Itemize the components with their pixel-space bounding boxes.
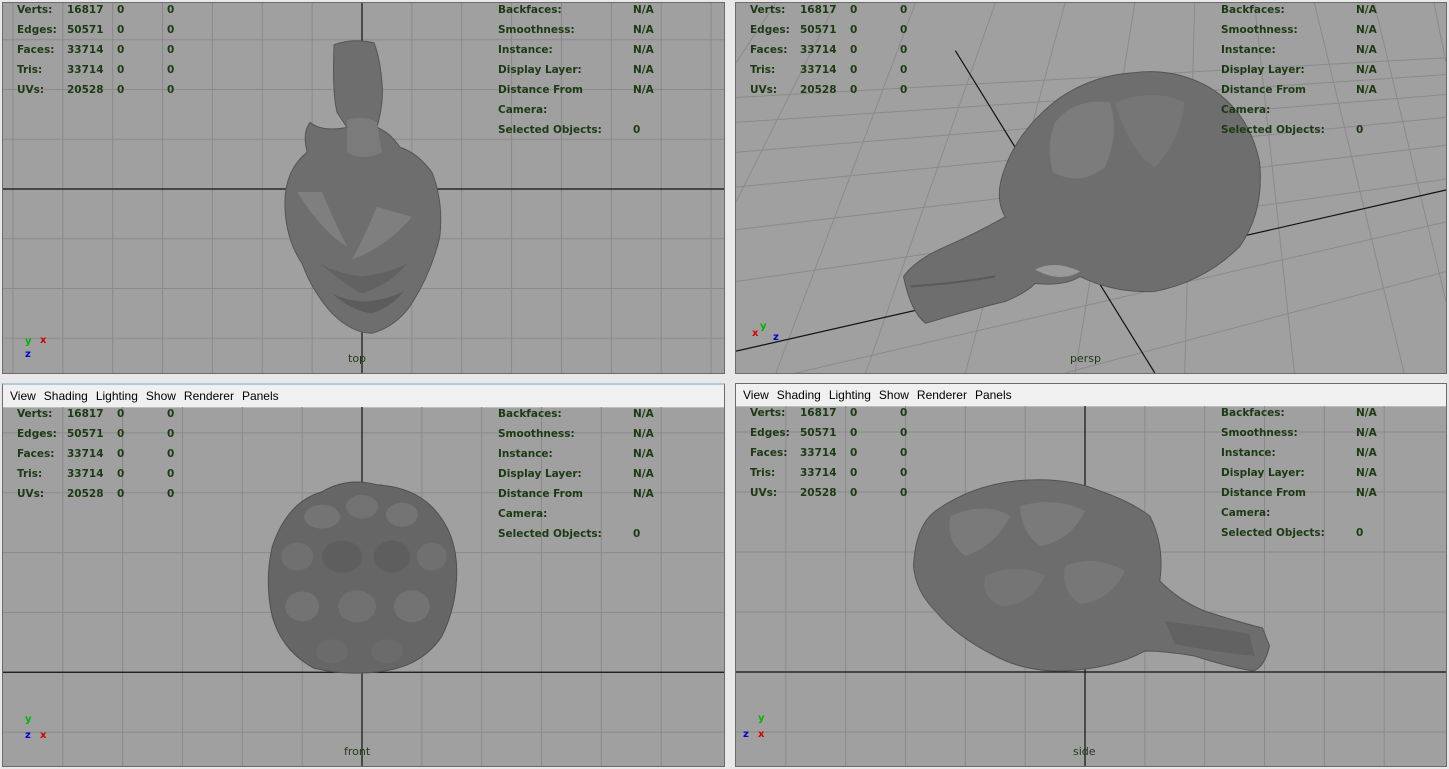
hud-poly-stats: Verts: 16817 0 0 Edges: 50571 0 0 Faces: 33714 0… (750, 4, 908, 96)
axis-x-label: x (752, 328, 759, 339)
axis-x-label: x (40, 335, 47, 346)
viewport-side-canvas[interactable]: Verts: 16817 0 0 Edges: 50571 0 0 Faces: 33714 0… (736, 406, 1446, 766)
axis-z-label: z (25, 349, 31, 360)
menu-view[interactable]: View (6, 389, 40, 403)
hud-object-info: Backfaces: N/A Smoothness: N/A Instance: N/… (498, 408, 654, 540)
artichoke-mesh-front (267, 481, 458, 674)
hud-poly-stats: Verts: 16817 0 0 Edges: 50571 0 0 Faces: 33714 0… (17, 408, 175, 500)
viewport-side[interactable]: View Shading Lighting Show Renderer Pane… (735, 383, 1447, 767)
menu-lighting[interactable]: Lighting (825, 388, 875, 402)
menu-renderer[interactable]: Renderer (180, 389, 238, 403)
axis-x-label: x (40, 730, 47, 741)
axis-x-label: x (758, 729, 765, 740)
artichoke-mesh-side (913, 479, 1271, 672)
axis-y-label: y (25, 336, 32, 347)
axis-z-label: z (25, 730, 31, 741)
hud-object-info: Backfaces: N/A Smoothness: N/A Instance: N/… (498, 4, 654, 136)
menu-view[interactable]: View (739, 388, 773, 402)
viewport-front[interactable]: View Shading Lighting Show Renderer Pane… (2, 383, 725, 767)
viewport-front-canvas[interactable]: Verts: 16817 0 0 Edges: 50571 0 0 Faces: 33714 0… (3, 407, 724, 766)
axis-y-label: y (760, 321, 767, 332)
hud-object-info: Backfaces: N/A Smoothness: N/A Instance: N/… (1221, 4, 1377, 136)
axis-z-label: z (743, 729, 749, 740)
viewport-persp[interactable]: Verts: 16817 0 0 Edges: 50571 0 0 Faces: 33714 0… (735, 2, 1447, 374)
viewport-top-canvas[interactable]: Verts: 16817 0 0 Edges: 50571 0 0 Faces: 33714 0… (3, 3, 724, 373)
viewport-top[interactable]: Verts: 16817 0 0 Edges: 50571 0 0 Faces: 33714 0… (2, 2, 725, 374)
artichoke-mesh-persp (902, 71, 1261, 324)
menu-renderer[interactable]: Renderer (913, 388, 971, 402)
viewport-persp-canvas[interactable]: Verts: 16817 0 0 Edges: 50571 0 0 Faces: 33714 0… (736, 3, 1446, 373)
menu-shading[interactable]: Shading (773, 388, 825, 402)
menu-show[interactable]: Show (142, 389, 180, 403)
axis-y-label: y (25, 714, 32, 725)
menu-panels[interactable]: Panels (238, 389, 283, 403)
camera-label-top: top (348, 352, 367, 365)
axis-y-label: y (758, 713, 765, 724)
hud-poly-stats: Verts: 16817 0 0 Edges: 50571 0 0 Faces: 33714 0… (17, 4, 175, 96)
axis-z-label: z (773, 332, 779, 343)
camera-label-front: front (344, 745, 371, 758)
menu-shading[interactable]: Shading (40, 389, 92, 403)
camera-label-persp: persp (1070, 352, 1101, 365)
menu-show[interactable]: Show (875, 388, 913, 402)
artichoke-mesh-top (284, 40, 442, 334)
menu-panels[interactable]: Panels (971, 388, 1016, 402)
camera-label-side: side (1073, 745, 1096, 758)
menu-lighting[interactable]: Lighting (92, 389, 142, 403)
hud-object-info: Backfaces: N/A Smoothness: N/A Instance: N/… (1221, 407, 1377, 539)
hud-poly-stats: Verts: 16817 0 0 Edges: 50571 0 0 Faces: 33714 0… (750, 407, 908, 499)
